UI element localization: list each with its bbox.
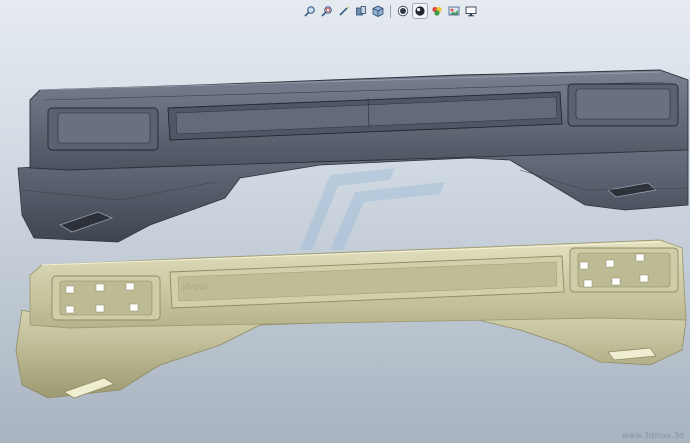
model-graphics: ИИИИ [15, 69, 689, 399]
lower-bumper-model: ИИИИ [15, 239, 687, 399]
background-logo [300, 168, 445, 250]
svg-text:ИИИИ: ИИИИ [182, 282, 208, 292]
graphics-viewport[interactable]: ИИИИ www.3dmax.3d [0, 0, 690, 443]
watermark-text: www.3dmax.3d [622, 431, 684, 440]
